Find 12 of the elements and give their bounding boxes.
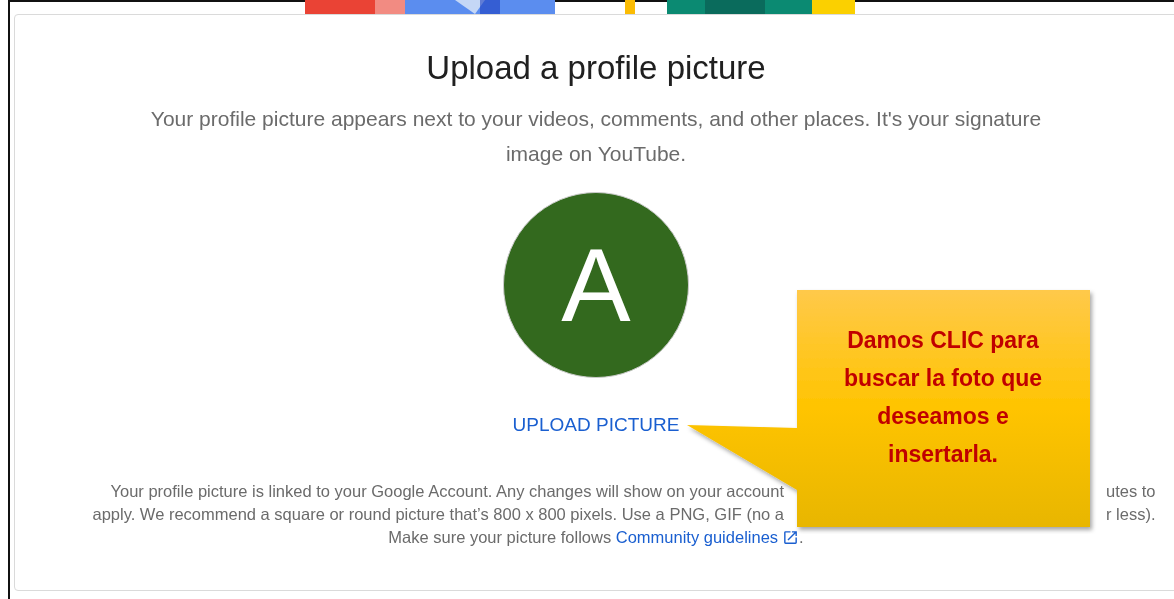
upload-picture-button[interactable]: UPLOAD PICTURE bbox=[512, 412, 680, 438]
footer-text: r less). bbox=[1106, 504, 1156, 525]
footer-text: utes to bbox=[1106, 481, 1156, 502]
footer-text: apply. We recommend a square or round picture that’s 800 x 800 pixels. Use a PNG, GIF (no a bbox=[92, 504, 784, 525]
community-guidelines-link[interactable]: Community guidelines bbox=[615, 528, 779, 546]
footer-text: Make sure your picture follows Community guidelines . bbox=[388, 527, 804, 548]
external-link-icon bbox=[782, 529, 800, 546]
avatar-initial: A bbox=[561, 233, 631, 337]
callout-text: Damos CLIC para buscar la foto que deseamos e insertarla. bbox=[842, 326, 1044, 469]
description-text: Your profile picture appears next to your videos, comments, and other places. It's your signature image on YouTube. bbox=[149, 106, 1043, 167]
dialog-title: Upload a profile picture bbox=[426, 49, 766, 87]
footer-text: Your profile picture is linked to your Google Account. Any changes will show on your account bbox=[110, 481, 784, 502]
